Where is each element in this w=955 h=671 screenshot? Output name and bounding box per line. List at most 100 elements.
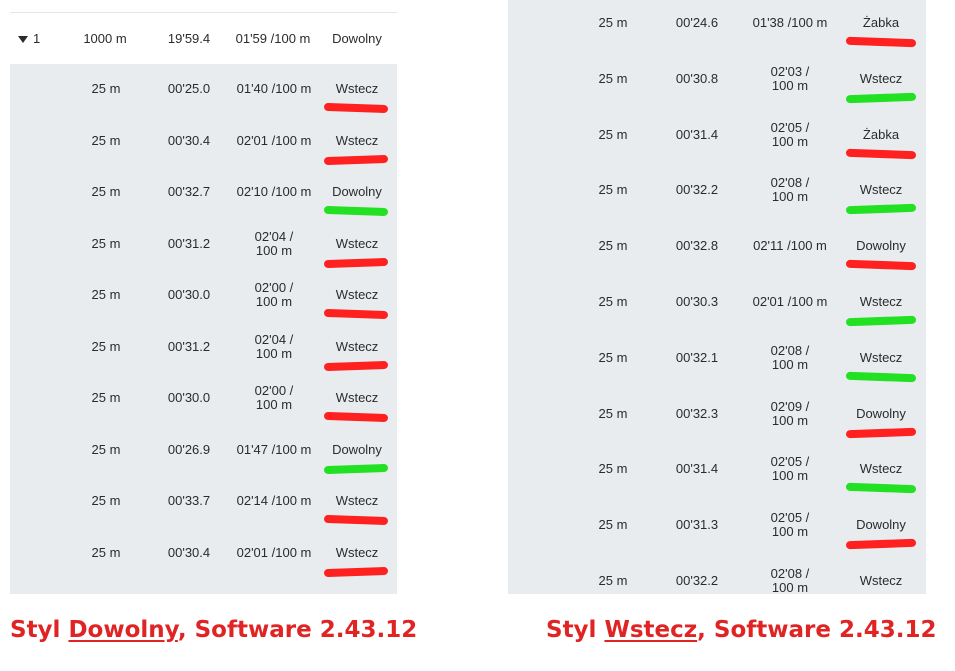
length-distance: 25 m [91,338,121,354]
length-style: Wstecz [335,287,379,302]
lap-row[interactable]: 1 1000 m 19'59.4 01'59 /100 m Dowolny [10,12,397,65]
length-time: 00'30.4 [167,544,211,560]
table-row[interactable]: 25 m 00'31.2 02'04 / 100 m Wstecz [10,332,397,392]
length-distance: 25 m [598,405,628,421]
green-underline-mark [323,463,389,474]
length-distance: 25 m [598,238,628,254]
length-time: 00'31.2 [167,235,211,251]
length-style: Wstecz [335,235,379,251]
table-row[interactable]: 25 m 00'30.0 02'00 / 100 m Wstecz [10,384,397,443]
length-style: Wstecz [859,349,903,365]
table-row[interactable]: 25 m 00'32.1 02'08 / 100 m Wstecz [508,343,926,407]
left-laps-panel: 1 1000 m 19'59.4 01'59 /100 m Dowolny 25… [10,12,397,594]
length-pace: 02'04 / 100 m [254,228,294,258]
length-time: 00'25.0 [167,81,211,96]
table-row[interactable]: 25 m 00'30.3 02'01 /100 m Wstecz [508,295,926,351]
length-style: Wstecz [859,182,903,198]
length-style: Wstecz [335,81,379,96]
length-distance: 25 m [598,349,628,365]
lap-style: Dowolny [332,31,382,46]
length-style: Dowolny [856,405,906,421]
length-distance: 25 m [91,184,121,199]
length-pace: 02'01 /100 m [752,294,828,309]
red-underline-mark [323,102,389,114]
length-pace: 02'09 / 100 m [770,398,810,428]
length-pace: 02'10 /100 m [236,184,312,199]
length-pace: 01'47 /100 m [236,441,312,457]
table-row[interactable]: 25 m 00'31.4 02'05 / 100 m Żabka [508,120,926,184]
length-distance: 25 m [598,182,628,198]
length-pace: 02'00 / 100 m [254,280,294,309]
lap-index: 1 [33,31,41,46]
red-underline-mark [323,411,389,423]
table-row[interactable]: 25 m 00'32.7 02'10 /100 m Dowolny [10,185,397,237]
length-distance: 25 m [91,493,121,508]
length-time: 00'30.3 [675,294,719,309]
length-pace: 02'01 /100 m [236,132,312,148]
length-pace: 02'08 / 100 m [770,566,810,595]
length-style: Wstecz [335,544,379,560]
table-row[interactable]: 25 m 00'31.2 02'04 / 100 m Wstecz [10,229,397,289]
length-time: 00'32.8 [675,238,719,254]
length-distance: 25 m [91,235,121,251]
red-underline-mark [845,427,917,438]
length-style: Wstecz [859,70,903,86]
caption-prefix: Styl [546,617,605,643]
length-style: Wstecz [859,573,903,588]
length-pace: 02'05 / 100 m [770,510,810,540]
length-time: 00'33.7 [167,493,211,508]
table-row[interactable]: 25 m 00'32.2 02'08 / 100 m Wstecz [508,567,926,595]
chevron-down-icon[interactable] [18,36,28,44]
length-pace: 02'05 / 100 m [770,454,810,484]
red-underline-mark [323,154,389,165]
red-underline-mark [323,514,389,526]
length-style: Wstecz [335,132,379,148]
table-row[interactable]: 25 m 00'31.3 02'05 / 100 m Dowolny [508,511,926,574]
length-pace: 02'08 / 100 m [770,175,810,205]
length-distance: 25 m [598,573,628,588]
length-pace: 02'05 / 100 m [770,119,810,149]
length-distance: 25 m [91,390,121,405]
length-style: Wstecz [335,493,379,508]
green-underline-mark [845,483,917,494]
lap-expand[interactable]: 1 [18,32,40,46]
length-style: Wstecz [335,390,379,405]
caption-prefix: Styl [10,617,69,643]
length-style: Wstecz [859,294,903,309]
length-time: 00'32.1 [675,349,719,365]
lengths-list[interactable]: 25 m 00'24.6 01'38 /100 m Żabka 25 m 00'30.8 0… [508,0,926,594]
table-row[interactable]: 25 m 00'30.4 02'01 /100 m Wstecz [10,544,397,595]
length-time: 00'32.7 [167,184,211,199]
length-time: 00'30.4 [167,132,211,148]
length-time: 00'32.2 [675,182,719,198]
table-row[interactable]: 25 m 00'30.0 02'00 / 100 m Wstecz [10,281,397,340]
red-underline-mark [323,360,389,371]
lengths-list[interactable]: 25 m 00'25.0 01'40 /100 m Wstecz 25 m 00'30.4… [10,64,397,594]
length-distance: 25 m [598,70,628,86]
length-time: 00'30.0 [167,287,211,302]
length-distance: 25 m [91,132,121,148]
length-distance: 25 m [91,287,121,302]
caption-suffix: , Software 2.43.12 [177,617,418,643]
table-row[interactable]: 25 m 00'31.4 02'05 / 100 m Wstecz [508,455,926,518]
table-row[interactable]: 25 m 00'25.0 01'40 /100 m Wstecz [10,82,397,134]
table-row[interactable]: 25 m 00'24.6 01'38 /100 m Żabka [508,16,926,72]
length-style: Dowolny [332,441,382,457]
length-time: 00'32.2 [675,573,719,588]
table-row[interactable]: 25 m 00'30.8 02'03 / 100 m Wstecz [508,64,926,128]
table-row[interactable]: 25 m 00'32.8 02'11 /100 m Dowolny [508,239,926,295]
length-time: 00'30.0 [167,390,211,405]
red-underline-mark [845,36,917,48]
table-row[interactable]: 25 m 00'30.4 02'01 /100 m Wstecz [10,132,397,186]
red-underline-mark [323,257,389,268]
length-time: 00'31.2 [167,338,211,354]
length-style: Żabka [862,15,900,30]
table-row[interactable]: 25 m 00'32.2 02'08 / 100 m Wstecz [508,176,926,239]
length-style: Dowolny [856,517,906,533]
length-style: Wstecz [335,338,379,354]
lap-pace: 01'59 /100 m [235,31,311,46]
table-row[interactable]: 25 m 00'26.9 01'47 /100 m Dowolny [10,441,397,495]
table-row[interactable]: 25 m 00'33.7 02'14 /100 m Wstecz [10,494,397,546]
table-row[interactable]: 25 m 00'32.3 02'09 / 100 m Dowolny [508,399,926,463]
length-distance: 25 m [598,15,628,30]
